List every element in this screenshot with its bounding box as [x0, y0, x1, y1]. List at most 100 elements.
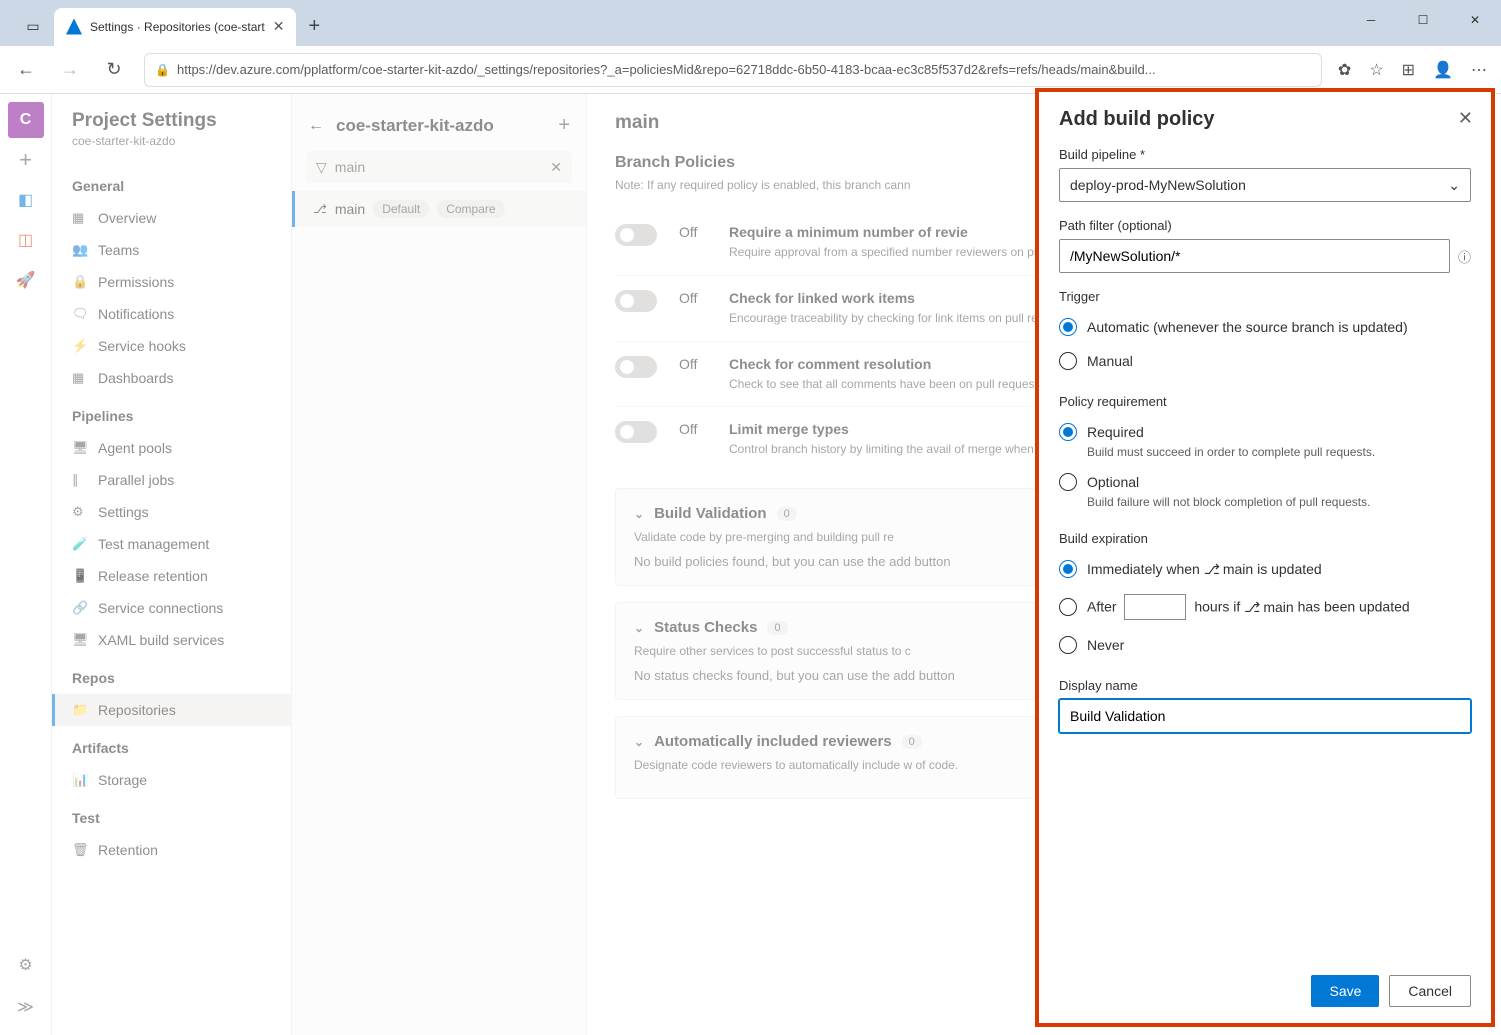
overview-rail-icon[interactable]: ◧ [8, 182, 44, 218]
browser-tab[interactable]: Settings · Repositories (coe-start ✕ [54, 8, 296, 46]
save-button[interactable]: Save [1311, 975, 1379, 1007]
rail-add-button[interactable]: + [8, 142, 44, 178]
repo-back-button[interactable]: ← [308, 117, 324, 135]
section-artifacts: Artifacts [52, 726, 291, 764]
collections-icon[interactable]: ⊞ [1402, 60, 1415, 80]
nav-release-retention[interactable]: 📱Release retention [52, 560, 291, 592]
section-pipelines: Pipelines [52, 394, 291, 432]
build-pipeline-select[interactable]: deploy-prod-MyNewSolution ⌄ [1059, 168, 1471, 202]
nav-service-connections[interactable]: 🔗Service connections [52, 592, 291, 624]
tab-actions-icon[interactable]: ▭ [16, 10, 50, 44]
expiration-immediate-option[interactable]: Immediately when ⎇main is updated [1059, 552, 1471, 586]
test-retention-icon: 🗑 [72, 842, 88, 858]
nav-test-management[interactable]: 🧪Test management [52, 528, 291, 560]
new-tab-button[interactable]: + [300, 7, 328, 46]
clear-filter-icon[interactable]: ✕ [550, 159, 562, 176]
nav-overview[interactable]: ▦Overview [52, 202, 291, 234]
chevron-down-icon[interactable]: ⌄ [634, 621, 644, 635]
parallel-jobs-icon: ∥ [72, 472, 88, 488]
nav-permissions[interactable]: 🔒Permissions [52, 266, 291, 298]
cancel-button[interactable]: Cancel [1389, 975, 1471, 1007]
toggle-comment-resolution[interactable] [615, 356, 657, 378]
tab-close-icon[interactable]: ✕ [273, 18, 285, 35]
nav-service-hooks[interactable]: ⚡Service hooks [52, 330, 291, 362]
display-name-input[interactable] [1059, 699, 1471, 733]
chevron-down-icon[interactable]: ⌄ [634, 735, 644, 749]
refresh-button[interactable]: ↻ [100, 59, 128, 80]
trigger-automatic-option[interactable]: Automatic (whenever the source branch is… [1059, 310, 1471, 344]
display-name-label: Display name [1059, 678, 1471, 693]
radio-icon [1059, 473, 1077, 491]
chevron-down-icon[interactable]: ⌄ [634, 507, 644, 521]
nav-pipeline-settings[interactable]: ⚙Settings [52, 496, 291, 528]
notifications-icon: 🗨 [72, 306, 88, 322]
settings-subtitle: coe-starter-kit-azdo [52, 132, 291, 164]
expiration-after-option[interactable]: After hours if ⎇main has been updated [1059, 586, 1471, 628]
permissions-icon: 🔒 [72, 274, 88, 290]
expiration-hours-input[interactable] [1124, 594, 1186, 620]
radio-selected-icon [1059, 318, 1077, 336]
branch-item-main[interactable]: ⎇ main Default Compare [292, 191, 586, 227]
nav-agent-pools[interactable]: 🖥Agent pools [52, 432, 291, 464]
trigger-label: Trigger [1059, 289, 1471, 304]
requirement-optional-option[interactable]: Optional [1059, 465, 1471, 499]
nav-parallel-jobs[interactable]: ∥Parallel jobs [52, 464, 291, 496]
profile-icon[interactable]: 👤 [1433, 60, 1453, 80]
azure-devops-icon [66, 19, 82, 35]
close-panel-button[interactable]: ✕ [1458, 108, 1473, 129]
site-settings-icon[interactable]: ✿ [1338, 60, 1351, 80]
expiration-never-option[interactable]: Never [1059, 628, 1471, 662]
pipelines-rail-icon[interactable]: 🚀 [8, 262, 44, 298]
path-filter-label: Path filter (optional) [1059, 218, 1471, 233]
boards-rail-icon[interactable]: ◫ [8, 222, 44, 258]
nav-repositories[interactable]: 📁Repositories [52, 694, 291, 726]
default-pill: Default [373, 200, 429, 218]
window-maximize[interactable]: ☐ [1397, 0, 1449, 40]
radio-icon [1059, 636, 1077, 654]
left-nav-rail: C + ◧ ◫ 🚀 ⚙ ≫ [0, 94, 52, 1035]
overview-icon: ▦ [72, 210, 88, 226]
radio-selected-icon [1059, 423, 1077, 441]
toggle-min-reviewers[interactable] [615, 224, 657, 246]
window-minimize[interactable]: ─ [1345, 0, 1397, 40]
nav-storage[interactable]: 📊Storage [52, 764, 291, 796]
repo-title: coe-starter-kit-azdo [336, 116, 546, 136]
chevron-down-icon: ⌄ [1448, 177, 1460, 194]
settings-rail-icon[interactable]: ⚙ [8, 947, 44, 983]
xaml-icon: 🖥 [72, 632, 88, 648]
branch-icon: ⎇ [1244, 599, 1260, 616]
settings-title: Project Settings [52, 110, 291, 132]
info-icon[interactable]: ⓘ [1458, 247, 1471, 266]
repo-add-button[interactable]: + [558, 114, 570, 137]
toggle-linked-work[interactable] [615, 290, 657, 312]
toggle-merge-types[interactable] [615, 421, 657, 443]
tab-title: Settings · Repositories (coe-start [90, 20, 265, 34]
lock-icon: 🔒 [155, 63, 169, 77]
add-build-policy-panel: Add build policy ✕ Build pipeline * depl… [1035, 88, 1495, 1027]
nav-dashboards[interactable]: ▦Dashboards [52, 362, 291, 394]
requirement-required-option[interactable]: Required [1059, 415, 1471, 449]
branch-filter-input[interactable]: ▽ main ✕ [306, 151, 572, 183]
radio-icon [1059, 598, 1077, 616]
path-filter-input[interactable] [1059, 239, 1450, 273]
repo-list-column: ← coe-starter-kit-azdo + ▽ main ✕ ⎇ main… [292, 94, 587, 1035]
collapse-rail-icon[interactable]: ≫ [8, 989, 44, 1025]
nav-notifications[interactable]: 🗨Notifications [52, 298, 291, 330]
storage-icon: 📊 [72, 772, 88, 788]
project-icon[interactable]: C [8, 102, 44, 138]
back-button[interactable]: ← [12, 59, 40, 80]
trigger-manual-option[interactable]: Manual [1059, 344, 1471, 378]
nav-xaml-build[interactable]: 🖥XAML build services [52, 624, 291, 656]
radio-selected-icon [1059, 560, 1077, 578]
browser-tab-strip: ─ ☐ ✕ ▭ Settings · Repositories (coe-sta… [0, 0, 1501, 46]
address-bar[interactable]: 🔒 https://dev.azure.com/pplatform/coe-st… [144, 53, 1322, 87]
more-icon[interactable]: ⋯ [1471, 60, 1489, 80]
window-close[interactable]: ✕ [1449, 0, 1501, 40]
nav-teams[interactable]: 👥Teams [52, 234, 291, 266]
branch-icon: ⎇ [313, 202, 327, 216]
nav-test-retention[interactable]: 🗑Retention [52, 834, 291, 866]
compare-pill: Compare [437, 200, 504, 218]
favorites-icon[interactable]: ☆ [1369, 60, 1383, 80]
forward-button[interactable]: → [56, 59, 84, 80]
radio-icon [1059, 352, 1077, 370]
